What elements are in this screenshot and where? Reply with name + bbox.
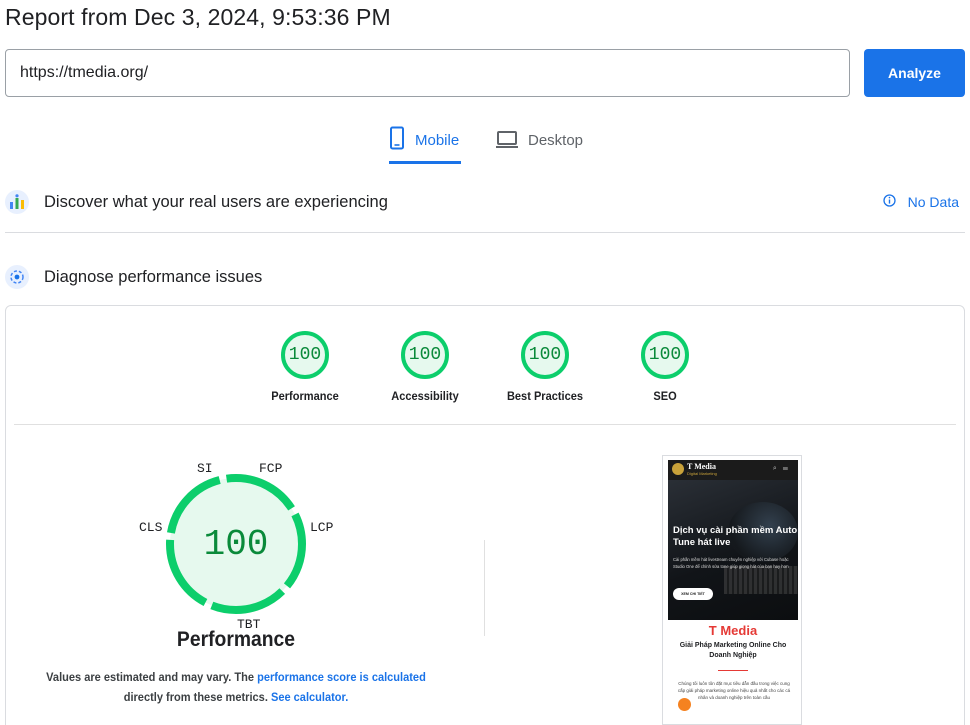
score-value: 100 [288,345,322,365]
screenshot-body: Chúng tôi luôn tôn đặt mục tiêu dẫn đầu … [677,681,791,700]
no-data-link[interactable]: No Data [882,194,959,210]
info-icon [882,194,896,210]
metric-cls[interactable]: CLS [139,520,162,535]
screenshot-brand-sub: Digital Marketing [687,471,717,476]
score-label: SEO [653,389,677,403]
smartphone-icon [389,126,405,154]
screenshot-subheading: Giải Pháp Marketing Online Cho Doanh Ngh… [679,642,787,659]
see-calculator-link[interactable]: See calculator. [271,690,348,704]
diagnose-icon [5,265,29,289]
score-calculated-link[interactable]: performance score is calculated [257,670,426,684]
vertical-divider [484,540,485,636]
disclaimer-text-2: directly from these metrics. [123,690,271,704]
screenshot-navbar: T Media Digital Marketing ⌕☰ [668,460,798,480]
section-divider [5,232,965,233]
performance-score: 100 [203,523,269,565]
chat-fab-icon [678,698,691,711]
score-value: 100 [528,345,562,365]
screenshot-hero: Dịch vụ cài phần mềm Auto Tune hát live … [668,480,798,620]
brand-logo-icon [672,463,684,475]
hero-title: Dịch vụ cài phần mềm Auto Tune hát live [673,525,798,548]
score-gauge-performance[interactable]: 100 [280,330,330,380]
disclaimer-text-1: Values are estimated and may vary. The [46,670,258,684]
metric-fcp[interactable]: FCP [259,461,282,476]
metric-si[interactable]: SI [197,461,213,476]
tab-desktop[interactable]: Desktop [496,126,596,164]
score-value: 100 [408,345,442,365]
card-divider [14,424,956,425]
score-value: 100 [648,345,682,365]
users-chart-icon [5,190,29,214]
lab-data-title: Diagnose performance issues [44,267,263,286]
page-screenshot: T Media Digital Marketing ⌕☰ Dịch vụ cài… [662,455,802,725]
tab-mobile-label: Mobile [415,132,460,149]
score-label: Best Practices [506,389,584,403]
field-data-section: Discover what your real users are experi… [5,186,965,218]
score-gauge-seo[interactable]: 100 [640,330,690,380]
score-gauge-accessibility[interactable]: 100 [400,330,450,380]
hero-button: XEM CHI TIẾT [673,588,713,600]
metric-lcp[interactable]: LCP [310,520,333,535]
score-label: Performance [271,389,339,403]
url-input-value: https://tmedia.org/ [20,64,149,81]
url-input[interactable]: https://tmedia.org/ [5,49,850,97]
accent-line [718,670,748,671]
screenshot-heading: T Media [708,623,758,638]
screenshot-brand: T Media [687,462,716,471]
report-title: Report from Dec 3, 2024, 9:53:36 PM [5,4,391,30]
analyze-button[interactable]: Analyze [864,49,965,97]
no-data-label: No Data [907,194,959,210]
laptop-icon [496,126,518,154]
tab-desktop-label: Desktop [528,132,584,149]
tab-mobile[interactable]: Mobile [389,126,461,164]
score-label: Accessibility [391,389,459,403]
lab-data-section: Diagnose performance issues [5,262,965,292]
performance-title: Performance [176,628,296,651]
hero-text: Cài phần mềm hát livestream chuyên nghiệ… [673,557,789,569]
lighthouse-card [5,305,965,725]
score-gauge-best-practices[interactable]: 100 [520,330,570,380]
menu-icon: ⌕☰ [772,465,794,472]
score-disclaimer: Values are estimated and may vary. The p… [37,667,434,707]
field-data-title: Discover what your real users are experi… [44,192,388,211]
